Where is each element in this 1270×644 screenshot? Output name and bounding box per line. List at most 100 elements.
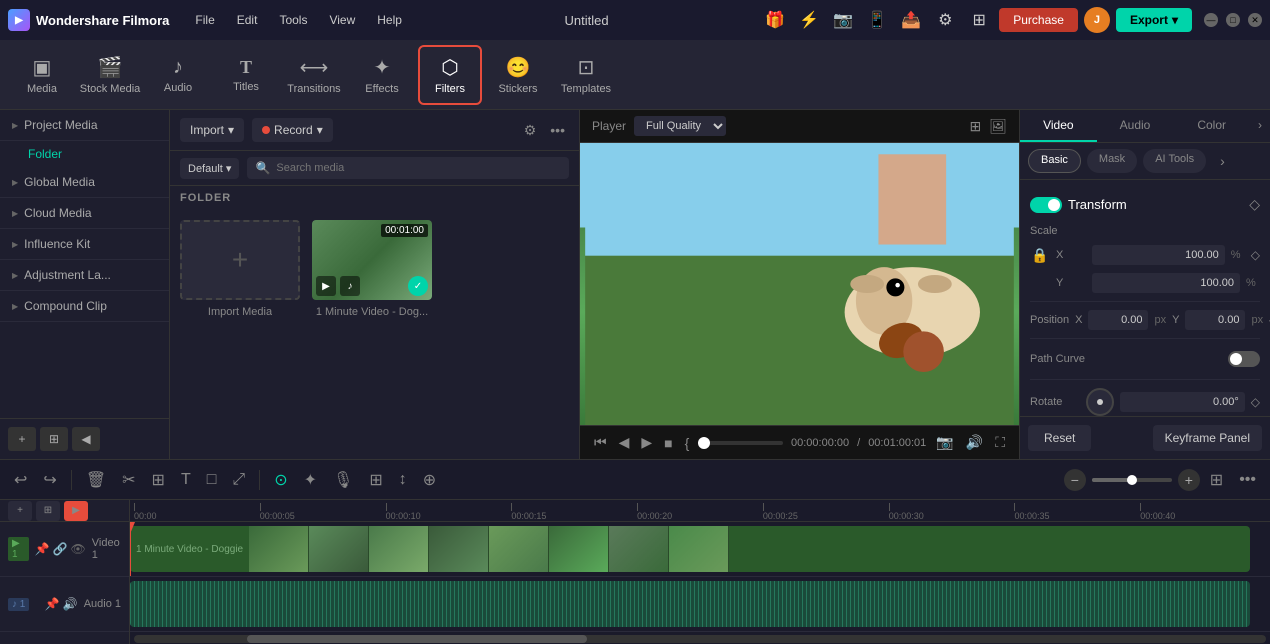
- screen-button[interactable]: 📱: [863, 6, 891, 34]
- right-tab-more[interactable]: ›: [1250, 110, 1270, 142]
- pos-y-input[interactable]: [1185, 310, 1245, 330]
- purchase-button[interactable]: Purchase: [999, 8, 1078, 32]
- audio-btn[interactable]: 🎙: [327, 466, 359, 494]
- undo-btn[interactable]: ↩: [8, 466, 33, 494]
- track-settings-btn[interactable]: ⊞: [36, 501, 60, 521]
- maximize-button[interactable]: □: [1226, 13, 1240, 27]
- tool-stickers[interactable]: 😊 Stickers: [486, 45, 550, 105]
- scale-x-input[interactable]: [1092, 245, 1225, 265]
- play-btn[interactable]: ▶: [639, 432, 654, 453]
- scale-y-input[interactable]: [1092, 273, 1240, 293]
- tool-filters[interactable]: ⬡ Filters: [418, 45, 482, 105]
- pos-x-input[interactable]: [1088, 310, 1148, 330]
- playhead-btn[interactable]: ▶: [64, 501, 88, 521]
- grid-view-btn[interactable]: ⊞: [969, 118, 981, 135]
- subtab-basic[interactable]: Basic: [1028, 149, 1081, 173]
- transform-reset-icon[interactable]: ◇: [1249, 196, 1260, 213]
- import-media-thumb[interactable]: +: [180, 220, 300, 300]
- sidebar-item-adjustment-layer[interactable]: ▶ Adjustment La...: [0, 260, 169, 291]
- gift-button[interactable]: 🎁: [761, 6, 789, 34]
- fullscreen-btn[interactable]: ⛶: [993, 432, 1007, 453]
- skip-back-btn[interactable]: ⏮: [592, 432, 609, 453]
- grid-panel-btn[interactable]: ⊞: [40, 427, 68, 451]
- grid-button[interactable]: ⊞: [965, 6, 993, 34]
- tab-audio[interactable]: Audio: [1097, 110, 1174, 142]
- tool-templates[interactable]: ⊡ Templates: [554, 45, 618, 105]
- video-pin-btn[interactable]: 📌: [35, 542, 50, 556]
- audio-pin-btn[interactable]: 📌: [45, 597, 60, 611]
- menu-view[interactable]: View: [319, 9, 365, 31]
- export-button[interactable]: Export ▾: [1116, 8, 1192, 32]
- tab-video[interactable]: Video: [1020, 110, 1097, 142]
- screenshot-btn[interactable]: 📷: [934, 432, 955, 453]
- keyframe-panel-button[interactable]: Keyframe Panel: [1153, 425, 1262, 451]
- expand-btn[interactable]: ⤢: [226, 467, 251, 493]
- menu-edit[interactable]: Edit: [227, 9, 268, 31]
- effects-button[interactable]: ⚡: [795, 6, 823, 34]
- reset-button[interactable]: Reset: [1028, 425, 1091, 451]
- import-button[interactable]: Import ▾: [180, 118, 244, 142]
- timeline-more-btn[interactable]: ⊞: [1204, 466, 1229, 494]
- video-clip-item[interactable]: 00:01:00 ▶ ♪ ✓ 1 Minute Video - Dog...: [312, 220, 432, 318]
- minimize-button[interactable]: —: [1204, 13, 1218, 27]
- split-btn[interactable]: ⊞: [363, 466, 388, 494]
- subtab-ai-tools[interactable]: AI Tools: [1143, 149, 1206, 173]
- share-button[interactable]: 📤: [897, 6, 925, 34]
- link-icon[interactable]: 🔒: [1031, 247, 1048, 264]
- speed-btn[interactable]: ⊕: [417, 466, 442, 494]
- more-options-btn[interactable]: •••: [546, 120, 569, 141]
- settings-button[interactable]: ⚙: [931, 6, 959, 34]
- stop-btn[interactable]: ■: [662, 433, 674, 453]
- user-avatar[interactable]: J: [1084, 7, 1110, 33]
- subtab-mask[interactable]: Mask: [1087, 149, 1137, 173]
- add-track-media-btn[interactable]: +: [8, 501, 32, 521]
- tool-audio[interactable]: ♪ Audio: [146, 45, 210, 105]
- sidebar-item-compound-clip[interactable]: ▶ Compound Clip: [0, 291, 169, 322]
- path-curve-toggle[interactable]: [1228, 351, 1260, 367]
- transform-btn[interactable]: □: [201, 467, 223, 493]
- video-clip[interactable]: 1 Minute Video - Doggie: [130, 526, 1250, 572]
- cut-btn[interactable]: ✂: [116, 466, 141, 494]
- zoom-out-btn[interactable]: −: [1064, 469, 1086, 491]
- filter-icon-btn[interactable]: ⚙: [520, 120, 541, 141]
- subtab-more[interactable]: ›: [1212, 149, 1233, 173]
- replace-btn[interactable]: ↕: [393, 467, 413, 493]
- scroll-thumb[interactable]: [247, 635, 587, 643]
- menu-tools[interactable]: Tools: [269, 9, 317, 31]
- tool-transitions[interactable]: ⟷ Transitions: [282, 45, 346, 105]
- search-input[interactable]: [276, 162, 561, 174]
- snap-btn[interactable]: ⊙: [268, 466, 293, 494]
- audio-volume-btn[interactable]: 🔊: [63, 597, 78, 611]
- video-link-btn[interactable]: 🔗: [53, 542, 68, 556]
- timeline-dots-btn[interactable]: •••: [1233, 467, 1262, 493]
- delete-btn[interactable]: 🗑: [80, 466, 112, 494]
- scale-x-reset[interactable]: ◇: [1251, 248, 1260, 262]
- menu-file[interactable]: File: [185, 9, 224, 31]
- frame-back-btn[interactable]: ◀: [617, 432, 632, 453]
- zoom-in-btn[interactable]: +: [1178, 469, 1200, 491]
- tool-stock-media[interactable]: 🎬 Stock Media: [78, 45, 142, 105]
- loop-btn[interactable]: {: [683, 433, 692, 453]
- sidebar-item-project-media[interactable]: ▶ Project Media: [0, 110, 169, 141]
- audio-clip[interactable]: [130, 581, 1250, 627]
- rotate-input[interactable]: [1120, 392, 1245, 412]
- crop-btn[interactable]: ⊞: [146, 466, 171, 494]
- record-button[interactable]: Record ▾: [252, 118, 333, 142]
- sidebar-item-influence-kit[interactable]: ▶ Influence Kit: [0, 229, 169, 260]
- media-button[interactable]: 📷: [829, 6, 857, 34]
- fx-btn[interactable]: ✦: [298, 466, 323, 494]
- add-panel-btn[interactable]: +: [8, 427, 36, 451]
- import-media-item[interactable]: + Import Media: [180, 220, 300, 318]
- sidebar-item-global-media[interactable]: ▶ Global Media: [0, 167, 169, 198]
- transform-toggle[interactable]: [1030, 197, 1062, 213]
- redo-btn[interactable]: ↪: [37, 466, 62, 494]
- tab-color[interactable]: Color: [1173, 110, 1250, 142]
- horizontal-scrollbar[interactable]: [134, 635, 1266, 643]
- volume-btn[interactable]: 🔊: [964, 432, 985, 453]
- quality-select[interactable]: Full Quality: [634, 116, 726, 136]
- default-sort-select[interactable]: Default ▾: [180, 158, 239, 179]
- video-clip-thumb[interactable]: 00:01:00 ▶ ♪ ✓: [312, 220, 432, 300]
- text-btn[interactable]: T: [175, 467, 197, 493]
- photo-view-btn[interactable]: 🖼: [989, 118, 1007, 135]
- zoom-slider[interactable]: [1092, 478, 1172, 482]
